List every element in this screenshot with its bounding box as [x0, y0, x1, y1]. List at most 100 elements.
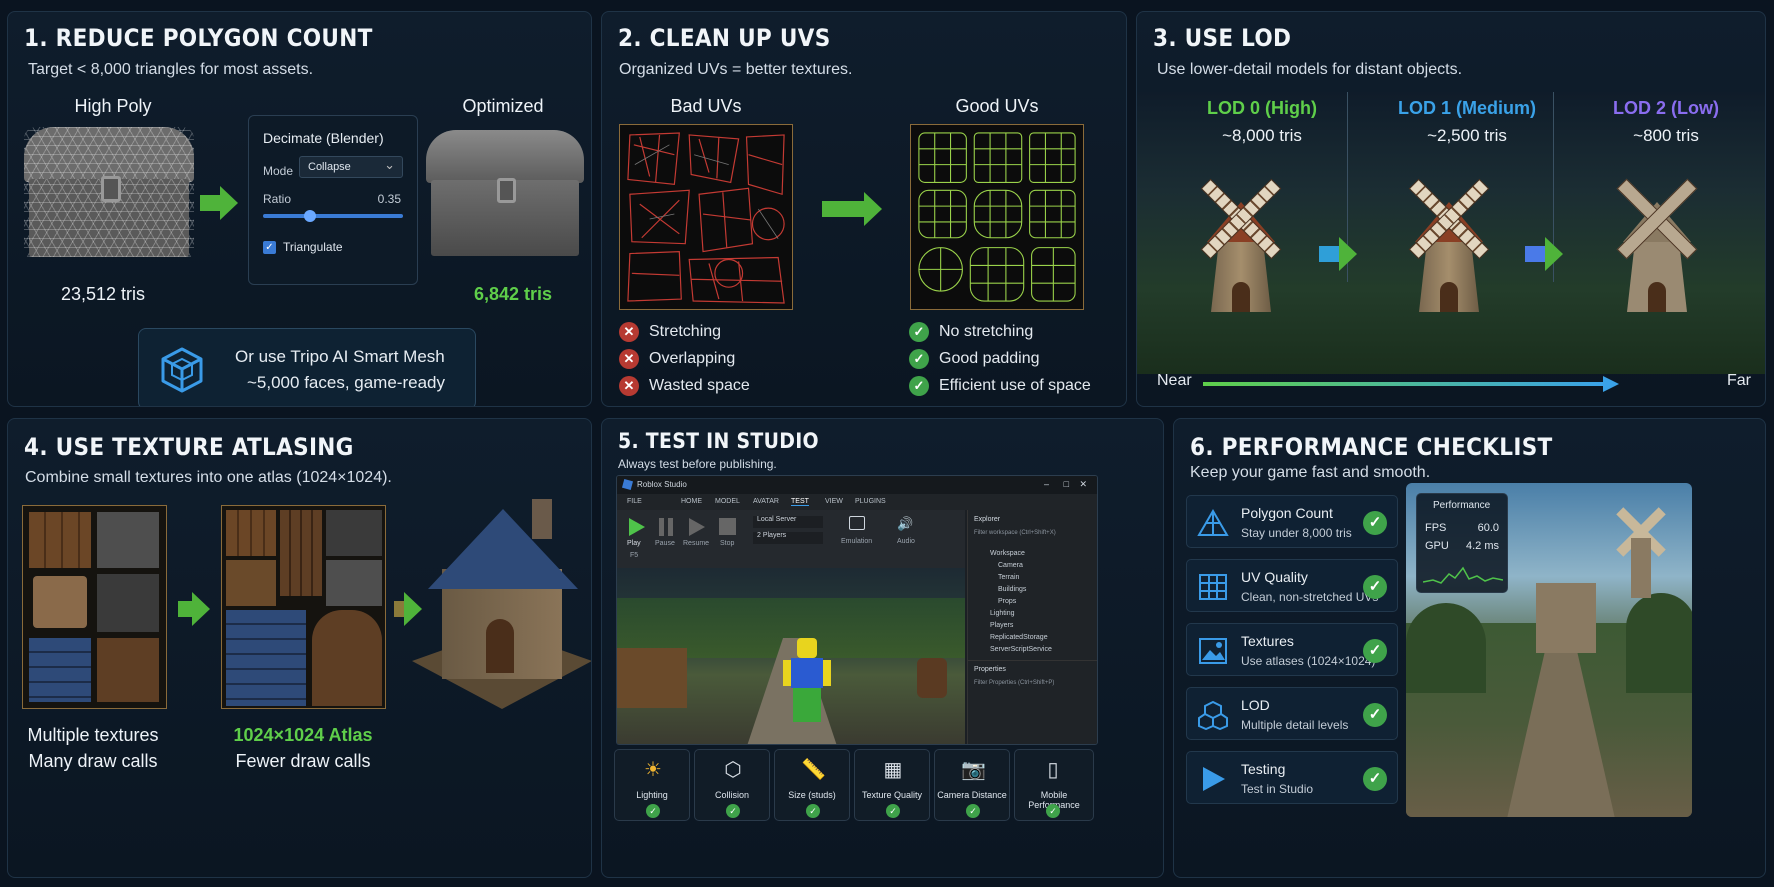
- window-titlebar: Roblox Studio – □ ✕: [617, 476, 1097, 494]
- menu-plugins[interactable]: PLUGINS: [855, 498, 886, 505]
- ratio-slider[interactable]: [263, 210, 403, 222]
- check-texture-quality: ▦ Texture Quality ✓: [854, 749, 930, 821]
- check-icon: ✓: [646, 804, 660, 818]
- triangulate-checkbox[interactable]: ✓: [263, 241, 276, 254]
- checklist-item-textures: Textures Use atlases (1024×1024) ✓: [1186, 623, 1398, 676]
- check-mobile-performance: ▯Mobile Performance✓: [1014, 749, 1094, 821]
- x-circle-icon: ✕: [619, 349, 639, 369]
- minimize-icon[interactable]: –: [1044, 479, 1049, 489]
- multiple-textures: [22, 505, 167, 709]
- mode-label: Mode: [263, 164, 294, 178]
- server-select[interactable]: Local Server: [753, 516, 823, 528]
- perf-graph: [1423, 566, 1503, 584]
- mode-select[interactable]: Collapse: [299, 156, 403, 178]
- viewport[interactable]: [617, 568, 965, 744]
- multi-label-1: Multiple textures: [27, 725, 159, 745]
- high-poly-label: High Poly: [74, 96, 152, 116]
- check-icon: ✓: [1046, 804, 1060, 818]
- pause-label[interactable]: Pause: [655, 540, 675, 547]
- tree-item[interactable]: Lighting: [990, 610, 1015, 617]
- checklist-item-polygon-count: Polygon Count Stay under 8,000 tris ✓: [1186, 495, 1398, 548]
- bad-item: Wasted space: [649, 377, 750, 394]
- check-icon: ✓: [1363, 511, 1387, 535]
- properties-title: Properties: [974, 666, 1006, 673]
- panel-clean-uvs: 2. CLEAN UP UVS Organized UVs = better t…: [601, 11, 1127, 407]
- performance-overlay: Performance FPS 60.0 GPU 4.2 ms: [1416, 493, 1508, 593]
- stop-label[interactable]: Stop: [720, 540, 734, 547]
- phone-icon: ▯: [1047, 759, 1059, 781]
- maximize-icon[interactable]: □: [1064, 479, 1069, 489]
- audio-icon[interactable]: 🔊: [897, 516, 913, 532]
- close-icon[interactable]: ✕: [1079, 479, 1087, 490]
- tree-item[interactable]: Players: [990, 622, 1013, 629]
- bad-item: Overlapping: [649, 350, 736, 367]
- cubes-icon: [1198, 700, 1228, 730]
- ratio-label: Ratio: [263, 192, 292, 206]
- properties-filter[interactable]: Filter Properties (Ctrl+Shift+P): [974, 680, 1054, 686]
- emulation-label[interactable]: Emulation: [841, 538, 872, 545]
- good-uv-map: [910, 124, 1084, 310]
- pause-icon[interactable]: [659, 518, 673, 536]
- players-select[interactable]: 2 Players: [753, 532, 823, 544]
- resume-icon[interactable]: [689, 518, 705, 536]
- roblox-studio-window: Roblox Studio – □ ✕ FILE HOME MODEL AVAT…: [616, 475, 1098, 745]
- menu-home[interactable]: HOME: [681, 498, 702, 505]
- resume-label[interactable]: Resume: [683, 540, 709, 547]
- atlas-label-2: Fewer draw calls: [235, 751, 371, 771]
- triangle-icon: [1197, 509, 1229, 536]
- panel-subtitle: Keep your game fast and smooth.: [1190, 464, 1431, 481]
- arrow-right-icon: [1319, 237, 1357, 271]
- bad-uv-map: [619, 124, 793, 310]
- arrow-right-icon: [394, 592, 422, 626]
- checker-icon: ▦: [883, 759, 903, 781]
- play-label[interactable]: Play: [627, 540, 641, 547]
- panel-performance-checklist: 6. PERFORMANCE CHECKLIST Keep your game …: [1173, 418, 1766, 878]
- checklist-item-uv-quality: UV Quality Clean, non-stretched UVs ✓: [1186, 559, 1398, 612]
- check-icon: ✓: [1363, 639, 1387, 663]
- menu-test[interactable]: TEST: [791, 498, 809, 506]
- explorer-title: Explorer: [974, 516, 1001, 523]
- panel-title: 3. USE LOD: [1153, 24, 1292, 52]
- avatar-character[interactable]: [783, 638, 831, 724]
- tree-item[interactable]: Terrain: [998, 574, 1019, 581]
- bad-item: Stretching: [649, 323, 722, 340]
- windmill-lod2: [1597, 162, 1717, 322]
- x-circle-icon: ✕: [619, 376, 639, 396]
- distance-arrow-icon: [1603, 376, 1619, 392]
- tree-item[interactable]: Workspace: [990, 550, 1025, 557]
- ratio-value: 0.35: [377, 192, 401, 206]
- stop-icon[interactable]: [719, 518, 736, 535]
- tree-item[interactable]: ReplicatedStorage: [990, 634, 1048, 641]
- emulation-icon[interactable]: [849, 516, 865, 530]
- lod1-label: LOD 1 (Medium): [1398, 98, 1536, 118]
- check-circle-icon: ✓: [909, 349, 929, 369]
- high-poly-chest: [24, 127, 194, 257]
- tripo-callout[interactable]: Or use Tripo AI Smart Mesh ~5,000 faces,…: [138, 328, 476, 406]
- tree-item[interactable]: Buildings: [998, 586, 1026, 593]
- good-item: No stretching: [939, 323, 1034, 340]
- slider-knob[interactable]: [304, 210, 316, 222]
- grid-icon: [1199, 574, 1227, 600]
- tree-item[interactable]: Props: [998, 598, 1016, 605]
- arrow-right-icon: [1525, 237, 1563, 271]
- windmill-lod0: [1181, 162, 1301, 322]
- audio-label[interactable]: Audio: [897, 538, 915, 545]
- distance-bar: [1203, 382, 1603, 386]
- explorer-filter[interactable]: Filter workspace (Ctrl+Shift+X): [974, 530, 1056, 536]
- arrow-right-icon: [178, 592, 210, 626]
- menu-view[interactable]: VIEW: [825, 498, 843, 505]
- optimized-chest: [426, 130, 584, 256]
- panel-subtitle: Target < 8,000 triangles for most assets…: [28, 61, 314, 78]
- perf-title: Performance: [1433, 500, 1491, 511]
- tripo-line1: Or use Tripo AI Smart Mesh: [235, 347, 445, 366]
- tree-item[interactable]: ServerScriptService: [990, 646, 1052, 653]
- menu-avatar[interactable]: AVATAR: [753, 498, 779, 505]
- play-icon[interactable]: [629, 518, 645, 536]
- sun-icon: ☀: [644, 759, 662, 781]
- menu-model[interactable]: MODEL: [715, 498, 740, 505]
- decimate-panel: Decimate (Blender) Mode Collapse Ratio 0…: [248, 115, 418, 285]
- check-icon: ✓: [726, 804, 740, 818]
- optimized-tris: 6,842 tris: [473, 284, 553, 304]
- menu-file[interactable]: FILE: [627, 498, 642, 505]
- tree-item[interactable]: Camera: [998, 562, 1023, 569]
